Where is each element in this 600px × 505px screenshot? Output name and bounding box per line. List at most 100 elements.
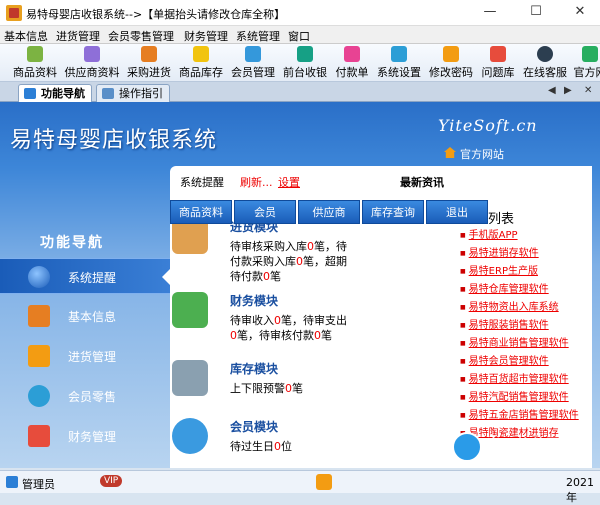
news-item[interactable]: 易特商业销售管理软件 [460,334,569,349]
menu-finance[interactable]: 财务管理 [184,28,228,44]
finance-module: 财务模块 待审收入0笔，待审支出 0笔，待审核付款0笔 [172,292,370,343]
watermark-logo-icon [452,432,482,462]
purchase-box-icon [28,345,50,367]
window-title: 易特母婴店收银系统-->【单据抬头请修改仓库全称】 [26,8,286,21]
tool-online-service[interactable]: 在线客服 [522,46,568,80]
tool-cashier[interactable]: 前台收银 [282,46,328,80]
inventory-module: 库存模块 上下限预警0笔 [172,360,370,396]
menu-member-retail[interactable]: 会员零售管理 [108,28,174,44]
quick-product-button[interactable]: 商品资料 [170,200,232,224]
inventory-icon [193,46,209,62]
count-link[interactable]: 0 [230,329,237,342]
status-user: 管理员 [22,478,55,491]
news-item[interactable]: 易特汽配销售管理软件 [460,388,569,403]
count-link[interactable]: 0 [314,329,321,342]
tool-change-password[interactable]: 修改密码 [428,46,474,80]
count-link[interactable]: 0 [274,314,281,327]
purchase-module: 进货模块 待审核采购入库0笔，待 付款采购入库0笔，超期 待付款0笔 [172,218,370,284]
finance-module-icon [172,292,208,328]
question-icon [490,46,506,62]
count-link[interactable]: 0 [296,255,303,268]
toolbar: 商品资料 供应商资料 采购进货 商品库存 会员管理 前台收银 付款单 系统设置 … [0,44,600,82]
settings-icon [391,46,407,62]
quick-inventory-query-button[interactable]: 库存查询 [362,200,424,224]
sidebar-item-finance[interactable]: 财务管理 [0,418,170,454]
tool-purchase[interactable]: 采购进货 [126,46,172,80]
close-button[interactable]: ✕ [560,0,600,26]
cashier-icon [297,46,313,62]
quick-button-bar: 商品资料 会员 供应商 库存查询 退出 [170,200,490,224]
status-bar: 管理员 VIP 2021年 [0,470,600,504]
status-avatar-icon [316,474,332,490]
tab-function-nav[interactable]: 功能导航 [18,84,92,102]
official-site-link[interactable]: 官方网站 [444,146,504,162]
tool-supplier-data[interactable]: 供应商资料 [64,46,120,80]
product-icon [27,46,43,62]
news-item[interactable]: 手机版APP [460,226,518,241]
menu-system[interactable]: 系统管理 [236,28,280,44]
website-icon [582,46,598,62]
member-icon [245,46,261,62]
quick-exit-button[interactable]: 退出 [426,200,488,224]
maximize-button[interactable]: ☐ [516,0,556,26]
member-module-icon [172,418,208,454]
main-content: 易特母婴店收银系统 YiteSoft.cn 官方网站 功能导航 系统提醒 基本信… [0,102,600,468]
menu-window[interactable]: 窗口 [288,28,310,44]
sidebar-title: 功能导航 [40,235,104,251]
tab-prev-icon[interactable]: ◀ [548,85,556,96]
news-item[interactable]: 易特百货超市管理软件 [460,370,569,385]
tab-operation-guide[interactable]: 操作指引 [96,84,170,102]
sidebar-item-basic-info[interactable]: 基本信息 [0,298,170,334]
finance-icon [28,425,50,447]
news-list-title: 列表 [488,212,515,227]
tool-question-bank[interactable]: 问题库 [480,46,516,80]
panel-tab-settings[interactable]: 设置 [278,174,300,190]
sidebar-item-member-retail[interactable]: 会员零售 [0,378,170,414]
menu-purchase[interactable]: 进货管理 [56,28,100,44]
title-bar: 易特母婴店收银系统-->【单据抬头请修改仓库全称】 — ☐ ✕ [0,0,600,26]
news-item[interactable]: 易特仓库管理软件 [460,280,549,295]
tool-payment[interactable]: 付款单 [334,46,370,80]
tab-bar: 功能导航 操作指引 ◀ ▶ ✕ [0,82,600,102]
menu-bar: 基本信息 进货管理 会员零售管理 财务管理 系统管理 窗口 [0,26,600,44]
count-link[interactable]: 0 [285,382,292,395]
news-item[interactable]: 易特服装销售软件 [460,316,549,331]
tab-next-icon[interactable]: ▶ [564,85,572,96]
panel-tab-reminder[interactable]: 系统提醒 [180,174,224,190]
sidebar-item-system-reminder[interactable]: 系统提醒 [0,258,170,294]
info-icon [28,266,50,288]
news-item[interactable]: 易特会员管理软件 [460,352,549,367]
watermark: 当下软件园 www.downxia.com [452,432,592,468]
home-tab-icon [24,88,36,99]
count-link[interactable]: 0 [274,440,281,453]
vip-badge: VIP [100,475,123,487]
count-link[interactable]: 0 [307,240,314,253]
tab-close-icon[interactable]: ✕ [584,85,592,96]
menu-basic-info[interactable]: 基本信息 [4,28,48,44]
boxes-icon [28,305,50,327]
members-icon [28,385,50,407]
tool-official-site[interactable]: 官方网 [572,46,600,80]
news-item[interactable]: 易特五金店销售管理软件 [460,406,579,421]
news-item[interactable]: 易特进销存软件 [460,244,539,259]
quick-member-button[interactable]: 会员 [234,200,296,224]
brand-logo-text: YiteSoft.cn [438,116,538,135]
minimize-button[interactable]: — [470,0,510,26]
status-year: 2021年 [566,476,594,504]
news-item[interactable]: 易特ERP生产版 [460,262,538,277]
tool-product-data[interactable]: 商品资料 [12,46,58,80]
app-icon [6,5,22,21]
sidebar-item-purchase[interactable]: 进货管理 [0,338,170,374]
count-link[interactable]: 0 [263,270,270,283]
home-icon [444,147,456,158]
news-item[interactable]: 易特物资出入库系统 [460,298,559,313]
qq-icon [537,46,553,62]
password-icon [443,46,459,62]
tool-inventory[interactable]: 商品库存 [178,46,224,80]
tool-settings[interactable]: 系统设置 [376,46,422,80]
active-arrow-icon [162,269,170,285]
quick-supplier-button[interactable]: 供应商 [298,200,360,224]
panel-tab-refresh[interactable]: 刷新... [240,174,273,190]
purchase-icon [141,46,157,62]
tool-member-manage[interactable]: 会员管理 [230,46,276,80]
